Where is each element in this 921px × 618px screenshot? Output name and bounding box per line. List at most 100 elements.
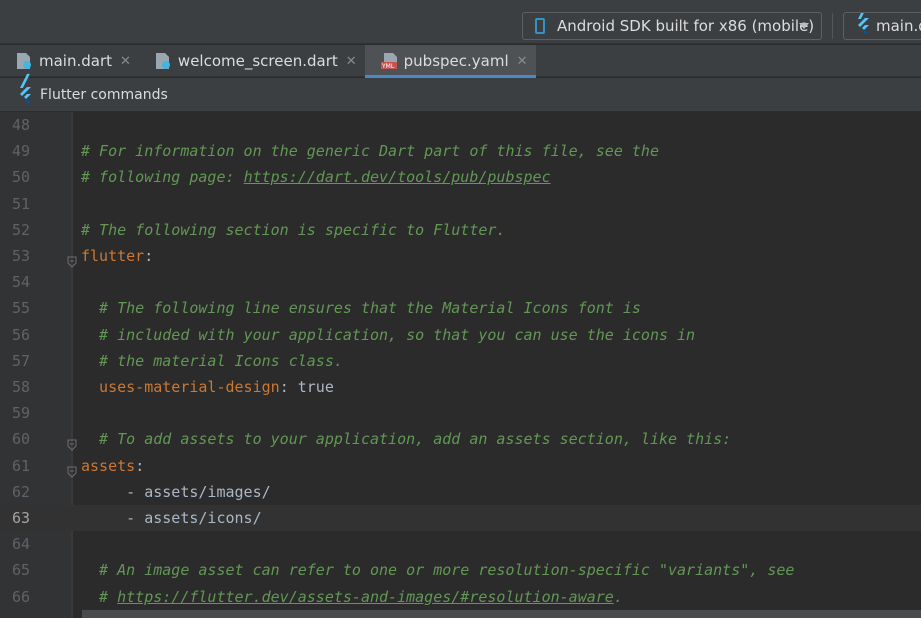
code-value: - assets/icons/ <box>81 509 262 527</box>
code-line[interactable]: 48 <box>0 112 921 138</box>
code-text: # https://flutter.dev/assets-and-images/… <box>81 584 623 610</box>
line-number: 53 <box>11 247 30 265</box>
dart-file-icon <box>155 52 171 70</box>
code-line[interactable]: 53 flutter: <box>0 243 921 269</box>
code-link[interactable]: https://dart.dev/tools/pub/pubspec <box>244 168 551 186</box>
code-text: - assets/images/ <box>81 479 271 505</box>
flutter-commands-label: Flutter commands <box>40 86 168 103</box>
code-line[interactable]: 66 # https://flutter.dev/assets-and-imag… <box>0 584 921 610</box>
line-number: 57 <box>11 351 30 370</box>
tab-welcome-screen-dart[interactable]: welcome_screen.dart ✕ <box>139 45 365 77</box>
tab-label: main.dart <box>39 52 113 70</box>
code-editor[interactable]: 48 49 # For information on the generic Dar… <box>0 112 921 618</box>
main-toolbar: Android SDK built for x86 (mobile) main.… <box>0 0 921 44</box>
close-icon[interactable]: ✕ <box>120 54 131 69</box>
line-number: 48 <box>11 116 30 134</box>
line-number: 54 <box>11 273 30 292</box>
code-text: uses-material-design: true <box>81 374 334 400</box>
code-text: # For information on the generic Dart pa… <box>81 138 659 164</box>
code-text: # An image asset can refer to one or mor… <box>81 557 794 583</box>
code-line[interactable]: 61 assets: <box>0 453 921 479</box>
code-text: flutter: <box>81 243 153 269</box>
line-number: 58 <box>11 378 30 396</box>
close-icon[interactable]: ✕ <box>517 54 528 69</box>
line-number: 65 <box>11 561 30 580</box>
code-line[interactable]: 65 # An image asset can refer to one or … <box>0 557 921 583</box>
close-icon[interactable]: ✕ <box>346 54 357 69</box>
flutter-commands-bar[interactable]: Flutter commands <box>0 78 921 112</box>
editor-tabs: main.dart ✕ welcome_screen.dart ✕ YML pu… <box>0 45 921 78</box>
phone-icon <box>535 18 545 34</box>
code-text: # included with your application, so tha… <box>81 322 695 348</box>
tab-label: pubspec.yaml <box>403 52 509 70</box>
device-selector[interactable]: Android SDK built for x86 (mobile) <box>522 12 822 40</box>
code-comment: # following page: <box>81 168 244 187</box>
code-text: assets: <box>81 453 144 479</box>
line-number: 50 <box>11 168 30 187</box>
code-value: : <box>144 247 154 265</box>
code-value: : <box>135 456 145 475</box>
line-number: 66 <box>11 587 30 606</box>
code-line[interactable]: 56 # included with your application, so … <box>0 322 921 348</box>
code-line[interactable]: 64 <box>0 531 921 557</box>
code-text: # the material Icons class. <box>81 348 343 374</box>
chevron-down-icon <box>799 23 809 29</box>
code-value: - assets/images/ <box>81 482 271 501</box>
code-key: assets <box>81 456 136 475</box>
code-text: # To add assets to your application, add… <box>81 426 731 452</box>
code-line[interactable]: 59 <box>0 400 921 426</box>
code-text: # The following section is specific to F… <box>81 217 505 243</box>
tab-main-dart[interactable]: main.dart ✕ <box>0 45 139 77</box>
line-number: 51 <box>11 194 30 213</box>
code-text: # The following line ensures that the Ma… <box>81 295 641 321</box>
dart-file-icon <box>16 52 32 70</box>
code-value: : true <box>279 378 334 396</box>
line-number: 52 <box>11 220 30 239</box>
code-comment: # <box>81 587 118 606</box>
code-line[interactable]: 60 # To add assets to your application, … <box>0 426 921 452</box>
line-number: 61 <box>11 456 30 475</box>
code-comment: # To add assets to your application, add… <box>81 430 732 449</box>
code-line[interactable]: 62 - assets/images/ <box>0 479 921 505</box>
line-number: 56 <box>11 325 30 344</box>
code-link[interactable]: https://flutter.dev/assets-and-images/#r… <box>117 588 614 606</box>
device-selector-label: Android SDK built for x86 (mobile) <box>557 17 815 35</box>
code-line[interactable]: 55 # The following line ensures that the… <box>0 295 921 321</box>
line-number: 64 <box>11 535 30 554</box>
fold-marker-icon[interactable] <box>67 460 77 478</box>
fold-marker-icon[interactable] <box>67 433 77 452</box>
line-number: 60 <box>11 430 30 449</box>
flutter-icon <box>856 18 870 34</box>
code-comment: # the material Icons class. <box>81 351 343 370</box>
horizontal-scrollbar[interactable] <box>82 610 921 618</box>
fold-marker-icon[interactable] <box>67 250 77 268</box>
code-comment: # included with your application, so tha… <box>81 325 696 344</box>
line-number: 55 <box>11 299 30 318</box>
line-number: 62 <box>11 482 30 501</box>
tab-pubspec-yaml[interactable]: YML pubspec.yaml ✕ <box>364 45 536 78</box>
line-number: 49 <box>11 142 30 161</box>
code-line[interactable]: 51 <box>0 191 921 217</box>
yaml-file-icon: YML <box>380 52 397 70</box>
code-line[interactable]: 63 - assets/icons/ <box>0 505 921 531</box>
code-comment: # For information on the generic Dart pa… <box>81 142 659 161</box>
code-comment: # The following line ensures that the Ma… <box>81 299 641 318</box>
run-config-selector[interactable]: main.dart <box>843 12 921 40</box>
code-comment: . <box>613 587 623 606</box>
tab-label: welcome_screen.dart <box>177 52 338 70</box>
code-text: # following page: https://dart.dev/tools… <box>81 164 551 190</box>
code-line[interactable]: 58 uses-material-design: true <box>0 374 921 400</box>
code-line[interactable]: 57 # the material Icons class. <box>0 348 921 374</box>
line-number: 59 <box>11 404 30 423</box>
code-text: - assets/icons/ <box>81 505 262 531</box>
code-key: flutter <box>81 247 145 265</box>
code-line[interactable]: 49 # For information on the generic Dart … <box>0 138 921 164</box>
code-line[interactable]: 50 # following page: https://dart.dev/too… <box>0 164 921 190</box>
code-line[interactable]: 54 <box>0 269 921 295</box>
run-config-label: main.dart <box>876 17 921 35</box>
code-line[interactable]: 52 # The following section is specific to… <box>0 217 921 243</box>
code-key: uses-material-design <box>81 378 280 396</box>
code-comment: # An image asset can refer to one or mor… <box>81 561 795 580</box>
line-number: 63 <box>11 509 30 527</box>
svg-text:YML: YML <box>381 63 395 70</box>
